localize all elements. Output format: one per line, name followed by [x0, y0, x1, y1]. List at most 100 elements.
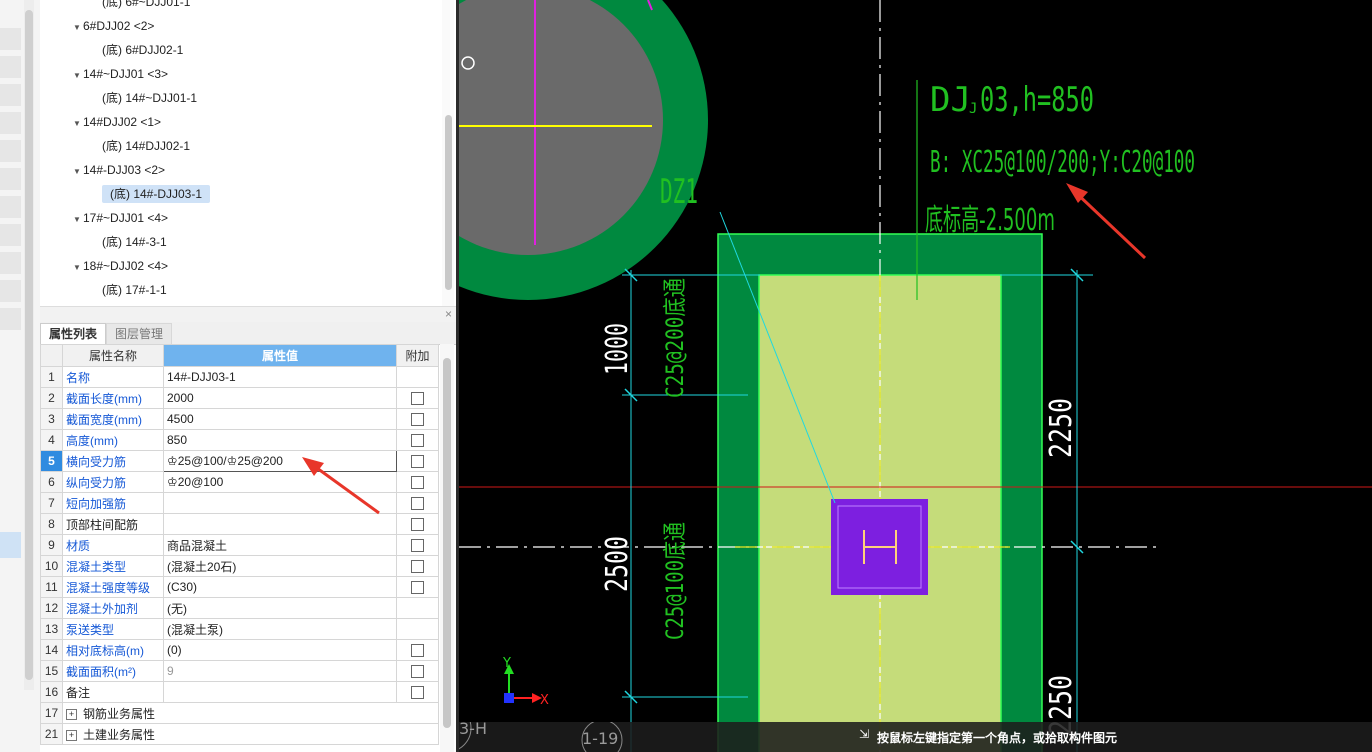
extra-checkbox[interactable]: [411, 539, 424, 553]
tree-leaf-item[interactable]: (底) 14#~DJJ01-1: [102, 86, 197, 110]
strip-scrollbar-thumb[interactable]: [25, 10, 33, 680]
tree-group-item[interactable]: ▼ 14#DJJ02 <1>: [73, 110, 161, 134]
property-value[interactable]: [163, 492, 397, 514]
extra-checkbox[interactable]: [411, 644, 424, 658]
tree-group-item[interactable]: ▼ 14#-DJJ03 <2>: [73, 158, 165, 182]
panel-divider[interactable]: ×: [40, 306, 456, 323]
extra-checkbox[interactable]: [411, 581, 424, 595]
expand-plus-icon[interactable]: +: [66, 708, 77, 720]
tree-leaf-item[interactable]: (底) 17#-1-1: [102, 278, 167, 302]
expand-toggle-icon[interactable]: ▼: [73, 64, 83, 88]
expand-plus-icon[interactable]: +: [66, 729, 77, 741]
extra-checkbox[interactable]: [411, 413, 424, 427]
property-value[interactable]: (0): [163, 639, 397, 661]
expand-toggle-icon[interactable]: ▼: [73, 160, 83, 184]
tree-leaf-item[interactable]: (底) 6#DJJ02-1: [102, 38, 183, 62]
strip-item[interactable]: [0, 196, 21, 218]
property-row[interactable]: 4 高度(mm) 850: [40, 429, 439, 451]
property-row[interactable]: 1 名称 14#-DJJ03-1: [40, 366, 439, 388]
tree-leaf-item[interactable]: (底) 6#~DJJ01-1: [102, 0, 190, 14]
extra-cell: [396, 639, 439, 661]
property-scrollbar[interactable]: [440, 344, 454, 752]
expand-toggle-icon[interactable]: ▼: [73, 208, 83, 232]
property-row[interactable]: 14 相对底标高(m) (0): [40, 639, 439, 661]
extra-checkbox[interactable]: [411, 560, 424, 574]
property-value[interactable]: [163, 513, 397, 535]
expand-toggle-icon[interactable]: ▼: [73, 16, 83, 40]
cad-canvas[interactable]: DZ1 DJ J 03,h=850 B: XC25@100/200;Y:C20@…: [459, 0, 1372, 752]
tree-leaf-item[interactable]: (底) 14#-DJJ03-1: [102, 182, 211, 206]
tree-scrollbar-thumb[interactable]: [445, 115, 452, 290]
property-value[interactable]: ♔20@100: [163, 471, 397, 493]
tree-item-label: (底) 14#~DJJ01-1: [102, 91, 198, 105]
property-value[interactable]: 商品混凝土: [163, 534, 397, 556]
property-row[interactable]: 6 纵向受力筋 ♔20@100: [40, 471, 439, 493]
extra-checkbox[interactable]: [411, 434, 424, 448]
row-number: 15: [40, 660, 63, 682]
property-value[interactable]: (混凝土泵): [163, 618, 397, 640]
strip-item[interactable]: [0, 252, 21, 274]
strip-selected-item[interactable]: [0, 532, 21, 558]
tab-layer-manage[interactable]: 图层管理: [106, 323, 173, 344]
strip-item[interactable]: [0, 140, 21, 162]
strip-item[interactable]: [0, 308, 21, 330]
strip-item[interactable]: [0, 224, 21, 246]
strip-item[interactable]: [0, 168, 21, 190]
property-row[interactable]: 11 混凝土强度等级 (C30): [40, 576, 439, 598]
extra-checkbox[interactable]: [411, 665, 424, 679]
property-value[interactable]: (C30): [163, 576, 397, 598]
property-row[interactable]: 8 顶部柱间配筋: [40, 513, 439, 535]
property-row[interactable]: 15 截面面积(m²) 9: [40, 660, 439, 682]
rebar-bot-label: C25@100底通: [661, 522, 689, 640]
tree-leaf-item[interactable]: (底) 14#-3-1: [102, 230, 167, 254]
property-value[interactable]: 14#-DJJ03-1: [163, 366, 397, 388]
expand-toggle-icon[interactable]: ▼: [73, 112, 83, 136]
property-name: 备注: [62, 681, 164, 703]
property-value[interactable]: 9: [163, 660, 397, 682]
property-value[interactable]: 850: [163, 429, 397, 451]
property-value[interactable]: ♔25@100/♔25@200: [163, 450, 397, 472]
extra-checkbox[interactable]: [411, 476, 424, 490]
property-row[interactable]: 3 截面宽度(mm) 4500: [40, 408, 439, 430]
strip-item[interactable]: [0, 280, 21, 302]
tree-leaf-item[interactable]: (底) 14#DJJ02-1: [102, 134, 190, 158]
strip-item[interactable]: [0, 56, 21, 78]
property-row[interactable]: 9 材质 商品混凝土: [40, 534, 439, 556]
property-row[interactable]: 12 混凝土外加剂 (无): [40, 597, 439, 619]
property-value[interactable]: 4500: [163, 408, 397, 430]
status-bar: 3-H 1-19 ⇲ 按鼠标左键指定第一个角点，或拾取构件图元: [459, 722, 1372, 752]
property-value[interactable]: (无): [163, 597, 397, 619]
property-value[interactable]: (混凝土20石): [163, 555, 397, 577]
property-row[interactable]: 17 + 钢筋业务属性: [40, 702, 439, 724]
tree-group-item[interactable]: ▼ 17#~DJJ01 <4>: [73, 206, 168, 230]
extra-checkbox[interactable]: [411, 518, 424, 532]
property-row[interactable]: 16 备注: [40, 681, 439, 703]
tree-group-item[interactable]: ▼ 6#DJJ02 <2>: [73, 14, 154, 38]
property-value[interactable]: [163, 681, 397, 703]
tree-group-item[interactable]: ▼ 18#~DJJ02 <4>: [73, 254, 168, 278]
property-row[interactable]: 7 短向加强筋: [40, 492, 439, 514]
extra-checkbox[interactable]: [411, 686, 424, 700]
extra-cell: [396, 492, 439, 514]
property-row[interactable]: 10 混凝土类型 (混凝土20石): [40, 555, 439, 577]
extra-cell: [396, 471, 439, 493]
tree-group-item[interactable]: ▼ 14#~DJJ01 <3>: [73, 62, 168, 86]
expand-toggle-icon[interactable]: ▼: [73, 256, 83, 280]
property-row[interactable]: 5 横向受力筋 ♔25@100/♔25@200: [40, 450, 439, 472]
strip-item[interactable]: [0, 28, 21, 50]
extra-checkbox[interactable]: [411, 497, 424, 511]
tree-scrollbar[interactable]: [442, 0, 454, 306]
property-row[interactable]: 2 截面长度(mm) 2000: [40, 387, 439, 409]
property-scrollbar-thumb[interactable]: [443, 358, 451, 728]
extra-checkbox[interactable]: [411, 455, 424, 469]
tab-property-list[interactable]: 属性列表: [40, 323, 107, 344]
property-name: 混凝土类型: [62, 555, 164, 577]
property-row[interactable]: 21 + 土建业务属性: [40, 723, 439, 745]
axis-x-label: X: [540, 693, 549, 708]
close-icon[interactable]: ×: [445, 307, 452, 321]
property-row[interactable]: 13 泵送类型 (混凝土泵): [40, 618, 439, 640]
property-value[interactable]: 2000: [163, 387, 397, 409]
extra-checkbox[interactable]: [411, 392, 424, 406]
strip-item[interactable]: [0, 84, 21, 106]
strip-item[interactable]: [0, 112, 21, 134]
